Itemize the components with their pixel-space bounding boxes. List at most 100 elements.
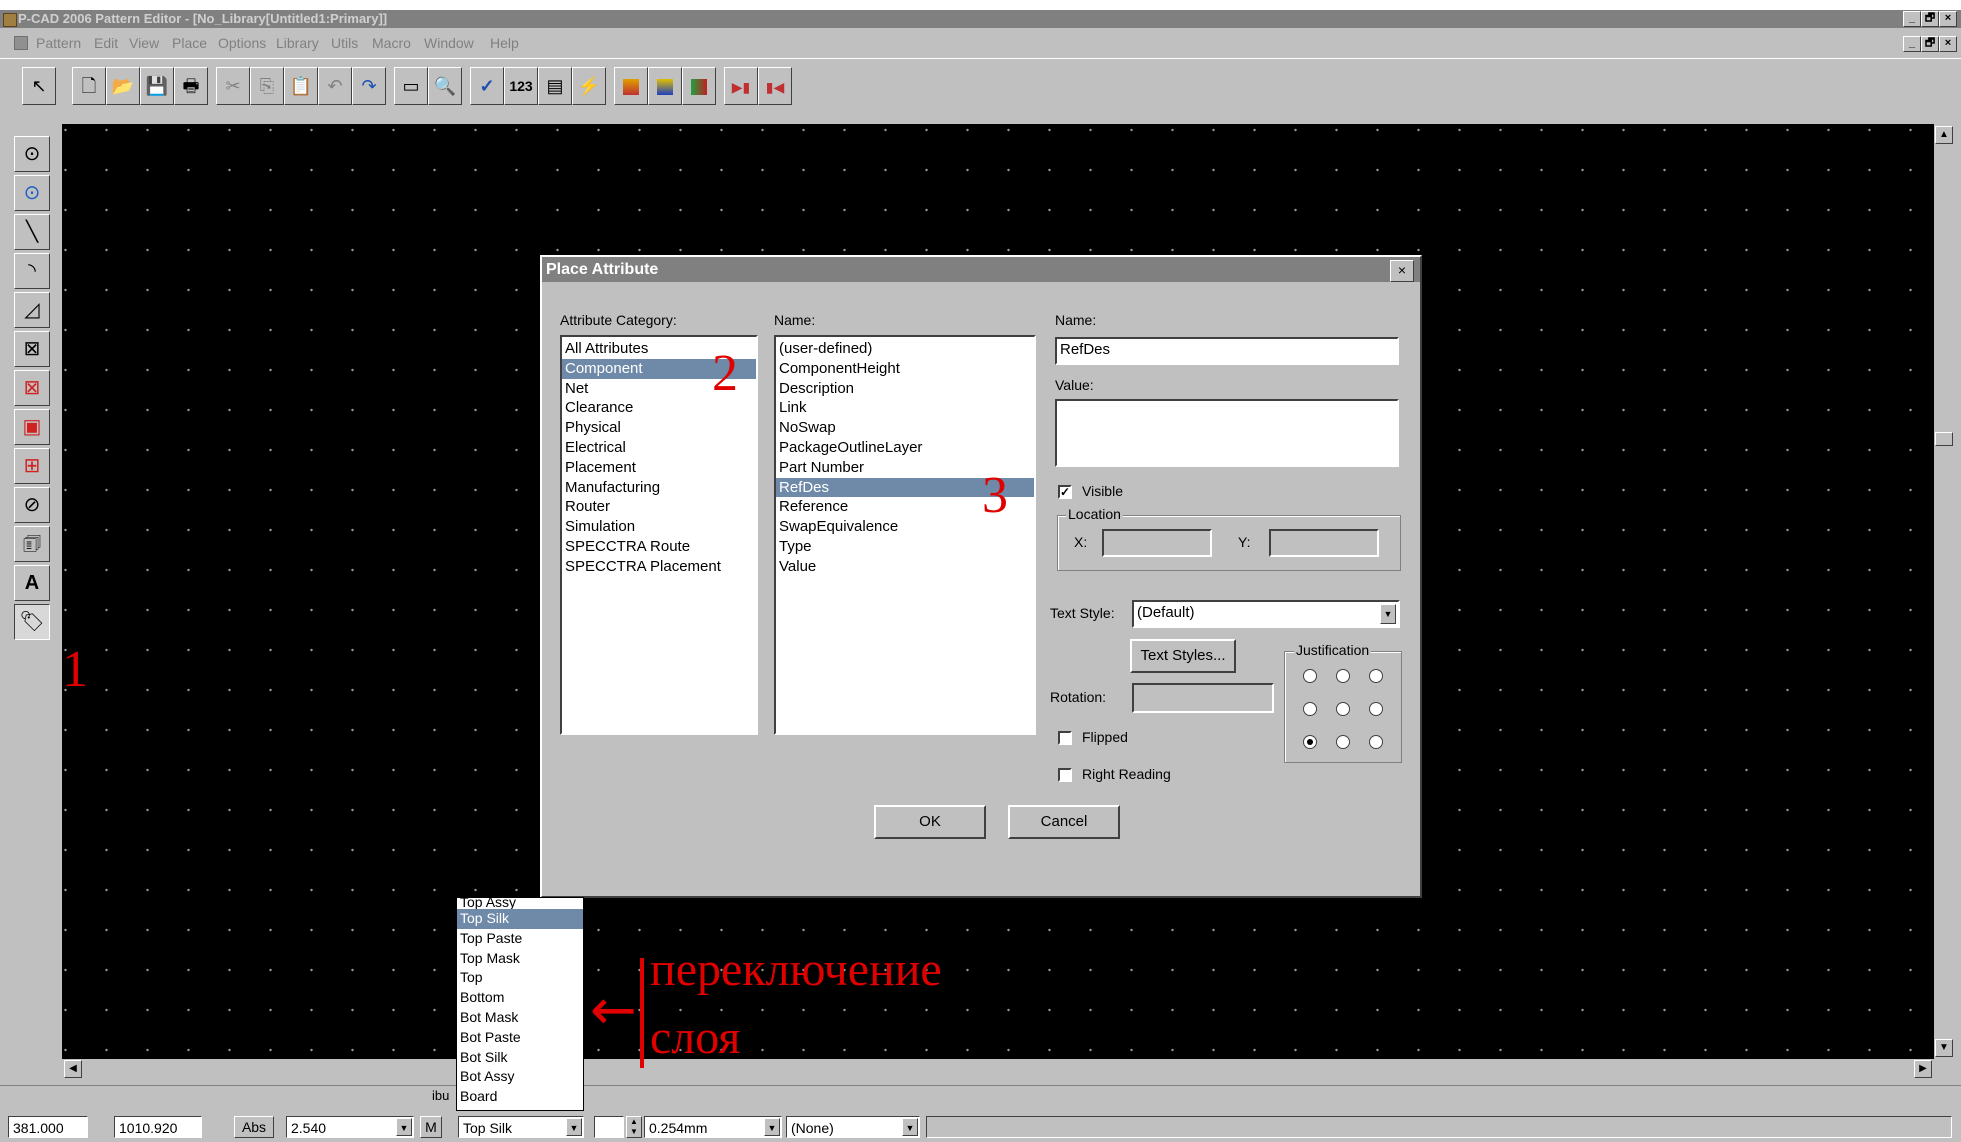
cancel-button[interactable]: Cancel bbox=[1008, 805, 1120, 839]
menu-window[interactable]: Window bbox=[424, 30, 474, 56]
layer-option[interactable]: Bot Paste bbox=[457, 1028, 583, 1048]
name-item[interactable]: (user-defined) bbox=[776, 339, 1034, 359]
vertical-scrollbar[interactable]: ▲ ▼ bbox=[1934, 124, 1954, 1059]
rotation-input[interactable] bbox=[1132, 683, 1274, 713]
value-input[interactable] bbox=[1055, 399, 1399, 467]
abs-toggle-button[interactable]: Abs bbox=[234, 1116, 274, 1138]
redo-button[interactable]: ↷ bbox=[352, 67, 386, 105]
design-check-button[interactable]: ✓ bbox=[470, 67, 504, 105]
menu-utils[interactable]: Utils bbox=[331, 30, 358, 56]
category-item[interactable]: SPECCTRA Route bbox=[562, 537, 756, 557]
layer-dropdown-icon[interactable]: ▼ bbox=[566, 1118, 582, 1136]
name-item[interactable]: NoSwap bbox=[776, 418, 1034, 438]
menu-help[interactable]: Help bbox=[490, 30, 519, 56]
location-x-input[interactable] bbox=[1102, 529, 1212, 557]
rules-button[interactable]: ▤ bbox=[538, 67, 572, 105]
location-y-input[interactable] bbox=[1269, 529, 1379, 557]
dialog-close-button[interactable]: × bbox=[1390, 260, 1414, 282]
category-item[interactable]: Router bbox=[562, 497, 756, 517]
minimize-button[interactable]: _ bbox=[1903, 11, 1921, 27]
justify-bottom-center-radio[interactable] bbox=[1336, 735, 1350, 749]
color-swatch[interactable] bbox=[594, 1116, 624, 1138]
layer-option[interactable]: Board bbox=[457, 1087, 583, 1107]
name-item[interactable]: Value bbox=[776, 557, 1034, 577]
category-item[interactable]: Physical bbox=[562, 418, 756, 438]
category-item[interactable]: Simulation bbox=[562, 517, 756, 537]
place-hole-button[interactable]: ⊘ bbox=[14, 487, 50, 523]
measure-button[interactable]: ▭ bbox=[394, 67, 428, 105]
name-item[interactable]: ComponentHeight bbox=[776, 359, 1034, 379]
none-dropdown-icon[interactable]: ▼ bbox=[902, 1118, 918, 1136]
scroll-left-button[interactable]: ◀ bbox=[64, 1060, 82, 1078]
text-style-dropdown-icon[interactable]: ▼ bbox=[1380, 604, 1396, 624]
name-item[interactable]: Link bbox=[776, 398, 1034, 418]
undo-button[interactable]: ↶ bbox=[318, 67, 352, 105]
justify-top-right-radio[interactable] bbox=[1369, 669, 1383, 683]
category-item[interactable]: Placement bbox=[562, 458, 756, 478]
layer-option-selected[interactable]: Top Silk bbox=[457, 909, 583, 929]
grid-dropdown-icon[interactable]: ▼ bbox=[396, 1118, 412, 1136]
justify-bottom-left-radio[interactable] bbox=[1303, 735, 1317, 749]
menu-macro[interactable]: Macro bbox=[372, 30, 411, 56]
layer-option[interactable]: Bottom bbox=[457, 988, 583, 1008]
place-line-button[interactable]: ╲ bbox=[14, 214, 50, 250]
scroll-down-button[interactable]: ▼ bbox=[1935, 1039, 1953, 1057]
pad-style-button[interactable] bbox=[614, 67, 648, 105]
name-item[interactable]: PackageOutlineLayer bbox=[776, 438, 1034, 458]
justify-middle-center-radio[interactable] bbox=[1336, 702, 1350, 716]
place-attribute-button[interactable]: 🏷 bbox=[14, 604, 50, 640]
doc-maximize-button[interactable]: 🗗 bbox=[1921, 36, 1939, 52]
grid-select[interactable]: 2.540 ▼ bbox=[286, 1116, 414, 1138]
name-item[interactable]: Type bbox=[776, 537, 1034, 557]
place-text-button[interactable]: A bbox=[14, 565, 50, 601]
menu-library[interactable]: Library bbox=[276, 30, 319, 56]
layer-option[interactable]: Bot Mask bbox=[457, 1008, 583, 1028]
category-item[interactable]: Manufacturing bbox=[562, 478, 756, 498]
pattern-wizard-button[interactable] bbox=[682, 67, 716, 105]
maximize-button[interactable]: 🗗 bbox=[1921, 11, 1939, 27]
scroll-right-button[interactable]: ▶ bbox=[1914, 1060, 1932, 1078]
layer-option[interactable]: Top Paste bbox=[457, 929, 583, 949]
layer-option[interactable]: Bot Silk bbox=[457, 1048, 583, 1068]
new-button[interactable]: 🗋 bbox=[72, 67, 106, 105]
doc-close-button[interactable]: × bbox=[1939, 36, 1957, 52]
flipped-checkbox[interactable] bbox=[1058, 731, 1072, 745]
cut-button[interactable]: ✂ bbox=[216, 67, 250, 105]
layer-option[interactable]: Top bbox=[457, 968, 583, 988]
place-cutout-button[interactable]: ▣ bbox=[14, 409, 50, 445]
menu-pattern[interactable]: Pattern bbox=[36, 30, 81, 56]
select-tool-button[interactable]: ↖ bbox=[22, 67, 56, 105]
place-copper-pour-button[interactable]: ⊠ bbox=[14, 370, 50, 406]
visible-checkbox[interactable]: ✓ bbox=[1058, 485, 1072, 499]
expand-button[interactable]: ▶▮ bbox=[724, 67, 758, 105]
text-style-select[interactable]: (Default) ▼ bbox=[1132, 600, 1400, 628]
menu-place[interactable]: Place bbox=[172, 30, 207, 56]
y-coordinate-field[interactable]: 1010.920 bbox=[114, 1116, 202, 1138]
place-via-button[interactable]: ⊙ bbox=[14, 175, 50, 211]
menu-options[interactable]: Options bbox=[218, 30, 266, 56]
place-field-button[interactable]: 🗊 bbox=[14, 526, 50, 562]
close-button[interactable]: × bbox=[1939, 11, 1957, 27]
justify-top-left-radio[interactable] bbox=[1303, 669, 1317, 683]
horizontal-scrollbar[interactable]: ◀ ▶ bbox=[62, 1059, 1934, 1079]
print-button[interactable]: 🖶 bbox=[174, 67, 208, 105]
width-spinner[interactable]: ▲ ▼ bbox=[626, 1116, 642, 1138]
m-toggle-button[interactable]: M bbox=[420, 1116, 442, 1138]
layer-option[interactable]: Bot Assy bbox=[457, 1067, 583, 1087]
name-input[interactable]: RefDes bbox=[1055, 337, 1399, 365]
place-keepout-button[interactable]: ⊠ bbox=[14, 331, 50, 367]
doc-minimize-button[interactable]: _ bbox=[1903, 36, 1921, 52]
ok-button[interactable]: OK bbox=[874, 805, 986, 839]
place-arc-button[interactable]: ◝ bbox=[14, 253, 50, 289]
scroll-up-button[interactable]: ▲ bbox=[1935, 126, 1953, 144]
line-width-dropdown-icon[interactable]: ▼ bbox=[764, 1118, 780, 1136]
copy-button[interactable]: ⎘ bbox=[250, 67, 284, 105]
menu-view[interactable]: View bbox=[129, 30, 159, 56]
collapse-button[interactable]: ▮◀ bbox=[758, 67, 792, 105]
place-plane-button[interactable]: ⊞ bbox=[14, 448, 50, 484]
none-select[interactable]: (None) ▼ bbox=[786, 1116, 920, 1138]
zoom-button[interactable]: 🔍 bbox=[428, 67, 462, 105]
open-button[interactable]: 📂 bbox=[106, 67, 140, 105]
line-width-select[interactable]: 0.254mm ▼ bbox=[644, 1116, 782, 1138]
place-pad-button[interactable]: ⊙ bbox=[14, 136, 50, 172]
